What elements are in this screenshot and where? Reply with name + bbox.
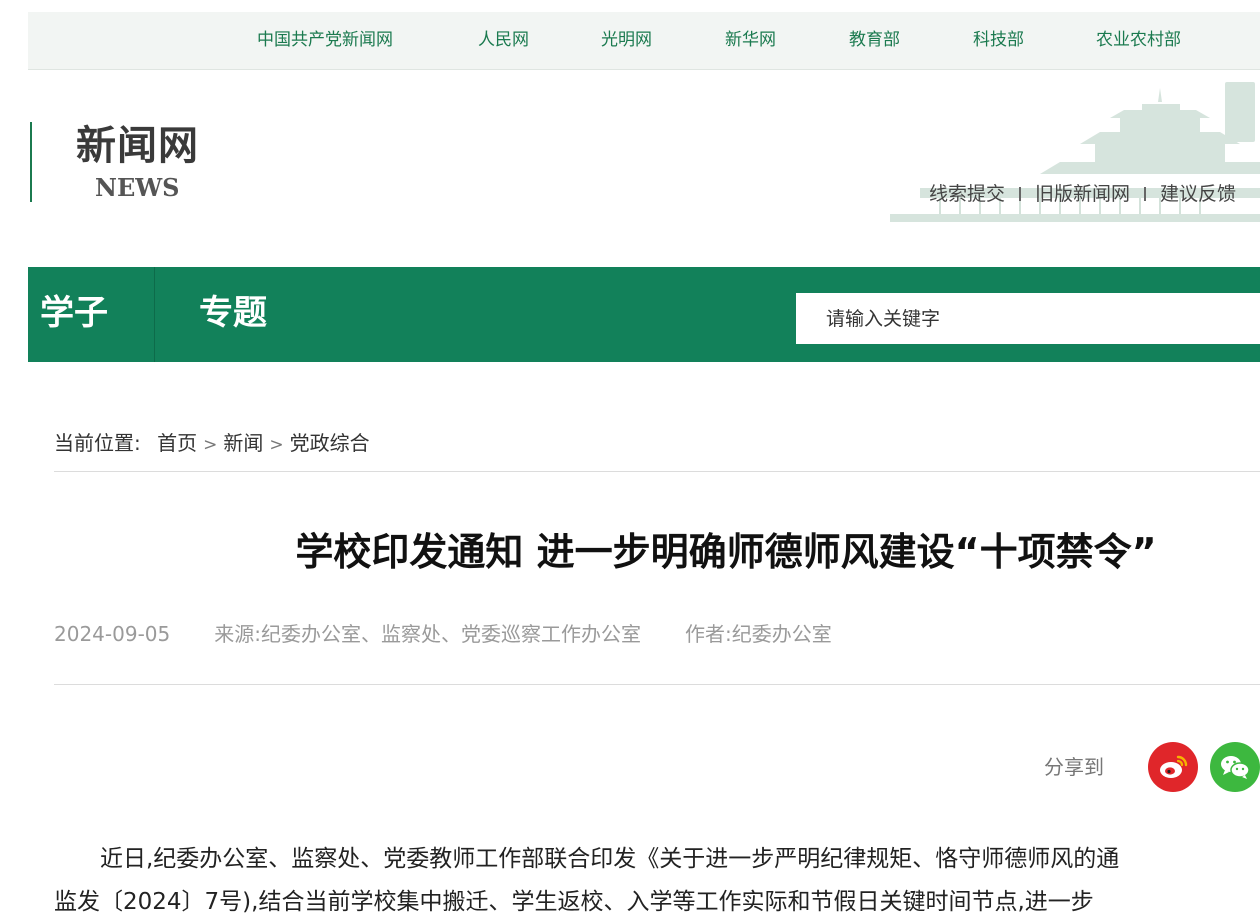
wechat-icon (1221, 756, 1250, 779)
breadcrumb-separator: > (203, 435, 218, 455)
main-nav: 学子 专题 (28, 267, 1260, 362)
breadcrumb-news[interactable]: 新闻 (223, 431, 263, 455)
breadcrumb: 当前位置: 首页 > 新闻 > 党政综合 (54, 428, 370, 460)
article-date: 2024-09-05 (54, 622, 171, 646)
link-separator (1143, 187, 1146, 201)
share-label: 分享到 (1044, 755, 1104, 779)
building-illustration (890, 82, 1260, 222)
breadcrumb-party-affairs[interactable]: 党政综合 (290, 431, 370, 455)
top-link-guangming[interactable]: 光明网 (601, 29, 652, 51)
meta-rule (54, 684, 1260, 685)
top-link-bar: 中国共产党新闻网 人民网 光明网 新华网 教育部 科技部 农业农村部 (28, 12, 1260, 70)
top-link-moe[interactable]: 教育部 (849, 29, 900, 51)
top-link-cpc-news[interactable]: 中国共产党新闻网 (257, 29, 393, 51)
site-logo-en[interactable]: NEWS (95, 174, 180, 202)
top-link-moa[interactable]: 农业农村部 (1096, 29, 1181, 51)
breadcrumb-separator: > (269, 435, 284, 455)
weibo-icon (1160, 755, 1188, 778)
feedback-link[interactable]: 建议反馈 (1160, 183, 1236, 205)
nav-item-students[interactable]: 学子 (40, 267, 108, 362)
share-weibo-button[interactable] (1148, 742, 1198, 792)
article-author: 作者:纪委办公室 (684, 622, 832, 646)
article-body-line: 近日,纪委办公室、监察处、党委教师工作部联合印发《关于进一步严明纪律规矩、恪守师… (54, 846, 1120, 872)
breadcrumb-rule (54, 471, 1260, 472)
header-links: 线索提交 旧版新闻网 建议反馈 (929, 179, 1236, 206)
old-site-link[interactable]: 旧版新闻网 (1035, 183, 1130, 205)
tip-submit-link[interactable]: 线索提交 (929, 183, 1005, 205)
nav-item-topics[interactable]: 专题 (199, 267, 267, 362)
article-source: 来源:纪委办公室、监察处、党委巡察工作办公室 (214, 622, 641, 646)
article-title: 学校印发通知 进一步明确师德师风建设“十项禁令” (295, 530, 1157, 574)
site-logo-cn[interactable]: 新闻网 (76, 122, 199, 170)
article-body-line: 监发〔2024〕7号),结合当前学校集中搬迁、学生返校、入学等工作实际和节假日关… (54, 889, 1094, 915)
article-meta: 2024-09-05 来源:纪委办公室、监察处、党委巡察工作办公室 作者:纪委办公室 (54, 619, 876, 649)
article-body: 近日,纪委办公室、监察处、党委教师工作部联合印发《关于进一步严明纪律规矩、恪守师… (54, 838, 1260, 924)
nav-divider (154, 267, 155, 362)
search-input[interactable] (796, 293, 1260, 344)
link-separator (1018, 187, 1021, 201)
top-link-people[interactable]: 人民网 (478, 29, 529, 51)
breadcrumb-label: 当前位置: (54, 431, 141, 455)
share-wechat-button[interactable] (1210, 742, 1260, 792)
top-link-xinhua[interactable]: 新华网 (725, 29, 776, 51)
logo-divider (30, 122, 32, 202)
breadcrumb-home[interactable]: 首页 (157, 431, 197, 455)
top-link-most[interactable]: 科技部 (973, 29, 1024, 51)
